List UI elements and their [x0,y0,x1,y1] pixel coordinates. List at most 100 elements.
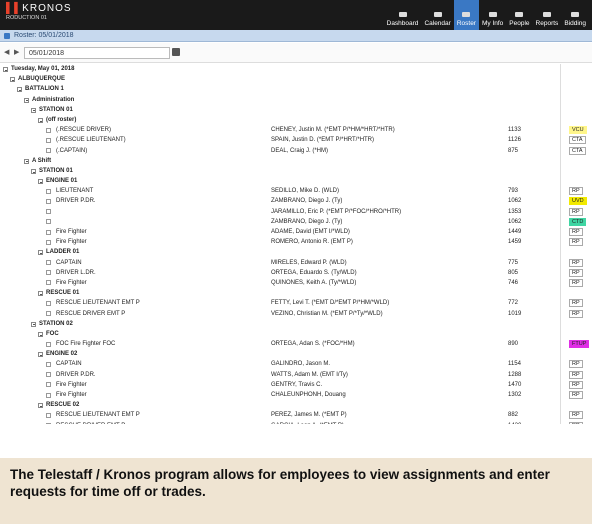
roster-item-row[interactable]: Fire Fighter QUINONES, Keith A. (Ty/*WLD)… [0,278,592,288]
row-checkbox[interactable] [46,127,51,133]
roster-item-row[interactable]: Fire Fighter GENTRY, Travis C. 1470 RP [0,380,592,390]
status-code-badge[interactable]: RP [569,309,583,318]
status-code-badge[interactable]: FTUP [569,340,590,349]
roster-group-row[interactable]: FOC [0,329,592,339]
status-code-badge[interactable]: RP [569,380,583,389]
status-code-badge[interactable]: CTA [569,146,586,155]
roster-item-row[interactable]: (.CAPTAIN) DEAL, Craig J. (*HM) 875 CTA [0,146,592,156]
collapse-toggle-icon[interactable] [31,168,36,174]
roster-item-row[interactable]: ZAMBRANO, Diego J. (Ty) 1062 CTD [0,217,592,227]
nav-bidding[interactable]: Bidding [561,0,589,30]
roster-item-row[interactable]: LIEUTENANT SEDILLO, Mike D. (WLD) 793 RP [0,186,592,196]
collapse-toggle-icon[interactable] [38,352,43,358]
row-checkbox[interactable] [46,300,51,306]
roster-item-row[interactable]: RESCUE LIEUTENANT EMT P PEREZ, James M. (… [0,410,592,420]
date-input[interactable] [24,47,170,59]
collapse-toggle-icon[interactable] [38,403,43,409]
roster-item-row[interactable]: (.RESCUE LIEUTENANT) SPAIN, Justin D. (*E… [0,135,592,145]
collapse-toggle-icon[interactable] [38,117,43,123]
row-checkbox[interactable] [46,392,51,398]
roster-group-row[interactable]: ENGINE 01 [0,176,592,186]
row-checkbox[interactable] [46,260,51,266]
status-code-badge[interactable]: RP [569,360,583,369]
roster-item-row[interactable]: Fire Fighter ADAME, David (EMT I/*WLD) 144… [0,227,592,237]
roster-group-row[interactable]: A Shift [0,156,592,166]
roster-group-row[interactable]: ENGINE 02 [0,349,592,359]
status-code-badge[interactable]: UVD [569,197,587,206]
row-checkbox[interactable] [46,239,51,245]
nav-calendar[interactable]: Calendar [421,0,453,30]
roster-group-row[interactable]: Tuesday, May 01, 2018 [0,64,592,74]
status-code-badge[interactable]: RP [569,370,583,379]
roster-group-row[interactable]: Administration [0,95,592,105]
collapse-toggle-icon[interactable] [17,87,22,93]
status-code-badge[interactable]: RP [569,421,583,424]
roster-item-row[interactable]: FOC Fire Fighter FOC ORTEGA, Adan S. (*FO… [0,339,592,349]
calendar-picker-icon[interactable] [172,48,180,56]
collapse-toggle-icon[interactable] [24,97,29,103]
roster-item-row[interactable]: RESCUE DRIVER EMT P GARCIA, Leon A. (*EMT… [0,421,592,424]
row-checkbox[interactable] [46,382,51,388]
row-checkbox[interactable] [46,423,51,424]
roster-group-row[interactable]: STATION 01 [0,166,592,176]
roster-item-row[interactable]: JARAMILLO, Eric P. (*EMT P/*FOC/*HRO/*HT… [0,207,592,217]
row-checkbox[interactable] [46,148,51,153]
status-code-badge[interactable]: RP [569,228,583,236]
previous-day-button[interactable]: ◀ [4,48,9,56]
status-code-badge[interactable]: RP [569,391,583,399]
roster-item-row[interactable]: RESCUE DRIVER EMT P VEZINO, Christian M. … [0,309,592,319]
status-code-badge[interactable]: CTD [569,217,587,226]
status-code-badge[interactable]: RP [569,258,583,267]
nav-people[interactable]: People [506,0,532,30]
collapse-toggle-icon[interactable] [3,67,8,72]
row-checkbox[interactable] [46,209,51,215]
roster-group-row[interactable]: LADDER 01 [0,247,592,257]
collapse-toggle-icon[interactable] [38,250,43,256]
row-checkbox[interactable] [46,229,51,235]
collapse-toggle-icon[interactable] [38,179,43,185]
roster-group-row[interactable]: BATTALION 1 [0,84,592,94]
row-checkbox[interactable] [46,341,51,347]
row-checkbox[interactable] [46,280,51,286]
roster-item-row[interactable]: (.RESCUE DRIVER) CHENEY, Justin M. (*EMT … [0,125,592,135]
roster-item-row[interactable]: CAPTAIN MIRELES, Edward P. (WLD) 775 RP [0,258,592,268]
collapse-toggle-icon[interactable] [38,291,43,297]
row-checkbox[interactable] [46,137,51,143]
status-code-badge[interactable]: CTA [569,136,586,145]
collapse-toggle-icon[interactable] [31,107,36,113]
roster-group-row[interactable]: ALBUQUERQUE [0,74,592,84]
collapse-toggle-icon[interactable] [24,158,29,164]
row-checkbox[interactable] [46,372,51,378]
nav-roster[interactable]: Roster [453,0,479,30]
status-code-badge[interactable]: RP [569,187,583,196]
row-checkbox[interactable] [46,188,51,194]
nav-reports[interactable]: Reports [533,0,562,30]
collapse-toggle-icon[interactable] [38,331,43,337]
status-code-badge[interactable]: RP [569,278,583,287]
row-checkbox[interactable] [46,412,51,418]
row-checkbox[interactable] [46,311,51,316]
status-code-badge[interactable]: RP [569,238,583,247]
roster-item-row[interactable]: Fire Fighter ROMERO, Antonio R. (EMT P) 14… [0,237,592,247]
roster-item-row[interactable]: Fire Fighter CHALEUNPHONH, Douang 1302 RP [0,390,592,400]
collapse-toggle-icon[interactable] [10,77,15,83]
next-day-button[interactable]: ▶ [14,48,19,56]
status-code-badge[interactable]: RP [569,411,583,420]
roster-item-row[interactable]: DRIVER L.DR. ORTEGA, Eduardo S. (Ty/WLD) 8… [0,268,592,278]
roster-item-row[interactable]: RESCUE LIEUTENANT EMT P FETTY, Levi T. (*… [0,298,592,308]
status-code-badge[interactable]: RP [569,207,583,216]
roster-group-row[interactable]: RESCUE 02 [0,400,592,410]
row-checkbox[interactable] [46,198,51,204]
roster-group-row[interactable]: (off roster) [0,115,592,125]
roster-item-row[interactable]: DRIVER P.DR. WATTS, Adam M. (EMT I/Ty) 128… [0,370,592,380]
status-code-badge[interactable]: RP [569,268,583,277]
roster-group-row[interactable]: STATION 01 [0,105,592,115]
status-code-badge[interactable]: RP [569,299,583,308]
row-checkbox[interactable] [46,361,51,367]
nav-dashboard[interactable]: Dashboard [384,0,422,30]
roster-item-row[interactable]: DRIVER P.DR. ZAMBRANO, Diego J. (Ty) 1062 U… [0,196,592,206]
brand[interactable]: ▌▌KRONOS RODUCTION 01 [6,3,72,21]
status-code-badge[interactable]: VCU [569,126,587,135]
roster-group-row[interactable]: RESCUE 01 [0,288,592,298]
roster-group-row[interactable]: STATION 02 [0,319,592,329]
